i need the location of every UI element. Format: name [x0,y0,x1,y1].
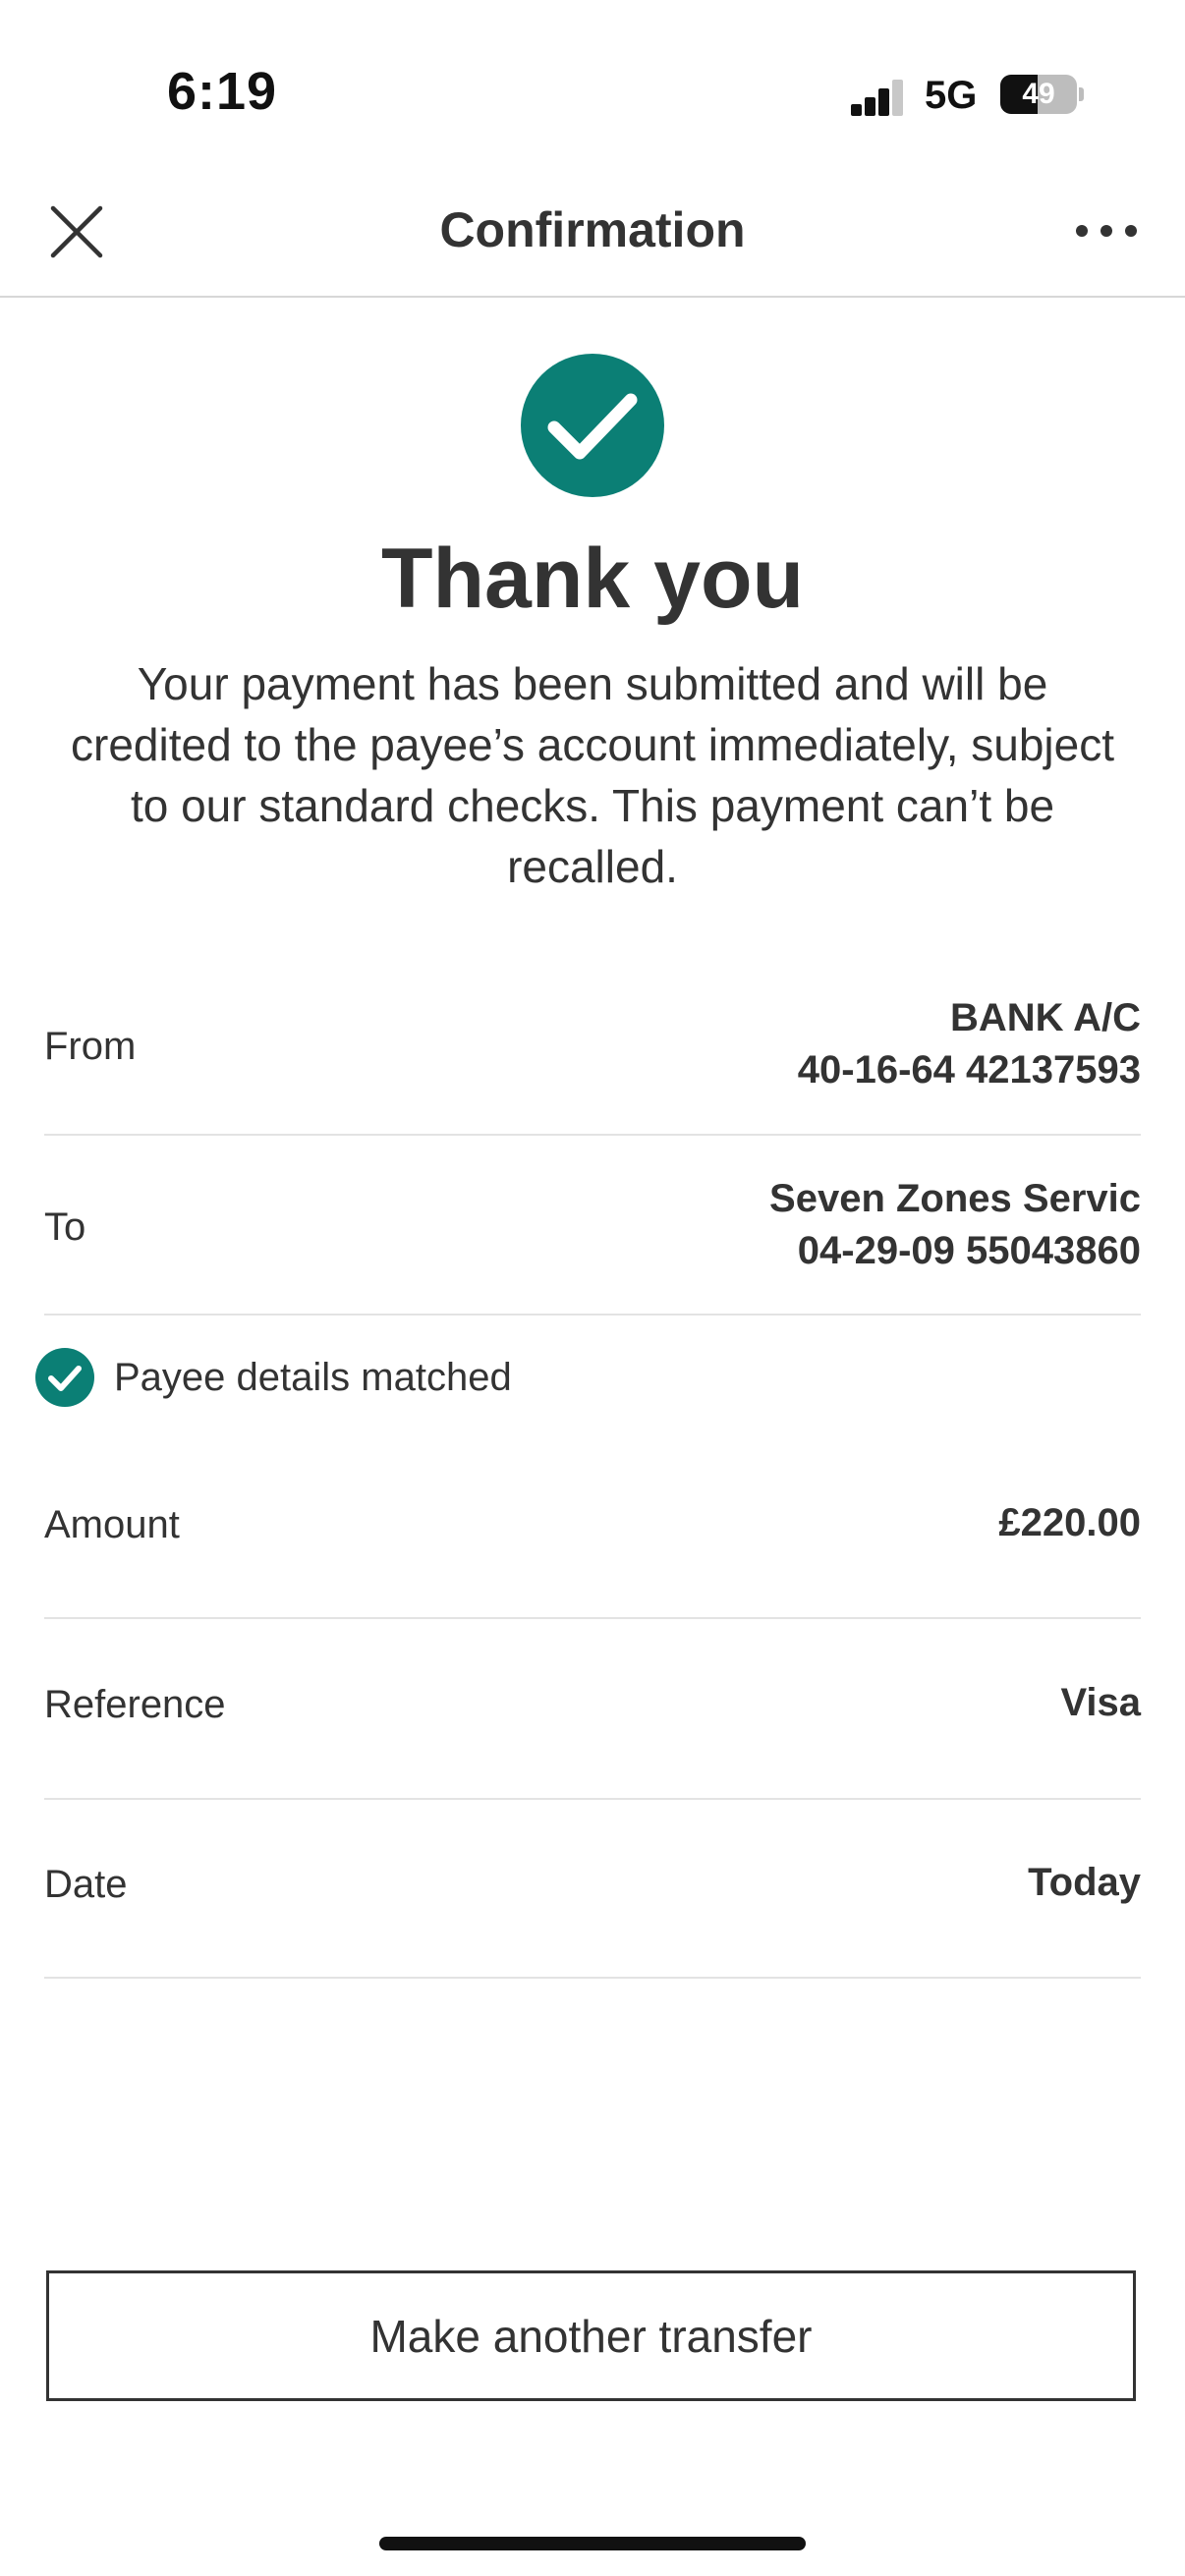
home-indicator [379,2537,806,2550]
from-account: BANK A/C 40-16-64 42137593 [798,992,1141,1096]
row-divider [44,1977,1141,1979]
payee-match-status: Payee details matched [35,1348,512,1407]
date-value: Today [1028,1861,1141,1904]
check-circle-icon [521,354,664,497]
to-row: To Seven Zones Servic 04-29-09 55043860 [44,1173,1141,1286]
make-another-transfer-button[interactable]: Make another transfer [46,2270,1136,2401]
reference-value: Visa [1060,1681,1141,1724]
check-circle-icon [35,1348,94,1407]
status-bar-time: 6:19 [167,62,278,121]
reference-row: Reference Visa [44,1681,1141,1742]
battery-percentage: 49 [1022,78,1055,110]
reference-label: Reference [44,1683,226,1726]
to-account: Seven Zones Servic 04-29-09 55043860 [769,1173,1141,1277]
amount-value: £220.00 [998,1501,1141,1544]
from-label: From [44,1025,137,1068]
to-label: To [44,1205,86,1249]
row-divider [44,1617,1141,1619]
date-row: Date Today [44,1861,1141,1922]
from-account-number: 40-16-64 42137593 [797,1048,1141,1092]
row-divider [44,1314,1141,1316]
amount-row: Amount £220.00 [44,1501,1141,1562]
battery-cap [1079,87,1084,101]
to-account-name: Seven Zones Servic [769,1177,1141,1220]
payment-submitted-message: Your payment has been submitted and will… [71,658,1114,892]
network-type: 5G [925,74,978,117]
row-divider [44,1798,1141,1800]
thank-you-heading: Thank you [380,532,805,626]
from-account-name: BANK A/C [949,996,1141,1039]
amount-label: Amount [44,1503,180,1546]
cellular-signal-icon [851,80,903,116]
row-divider [44,1134,1141,1136]
more-horizontal-icon [1076,225,1137,237]
more-options-button[interactable] [1067,206,1146,255]
header-divider [0,296,1185,298]
battery-icon: 49 [1000,75,1077,114]
from-row: From BANK A/C 40-16-64 42137593 [44,992,1141,1105]
date-label: Date [44,1863,128,1906]
page-title: Confirmation [439,202,746,257]
payee-match-text: Payee details matched [114,1355,512,1399]
to-account-number: 04-29-09 55043860 [797,1229,1141,1272]
